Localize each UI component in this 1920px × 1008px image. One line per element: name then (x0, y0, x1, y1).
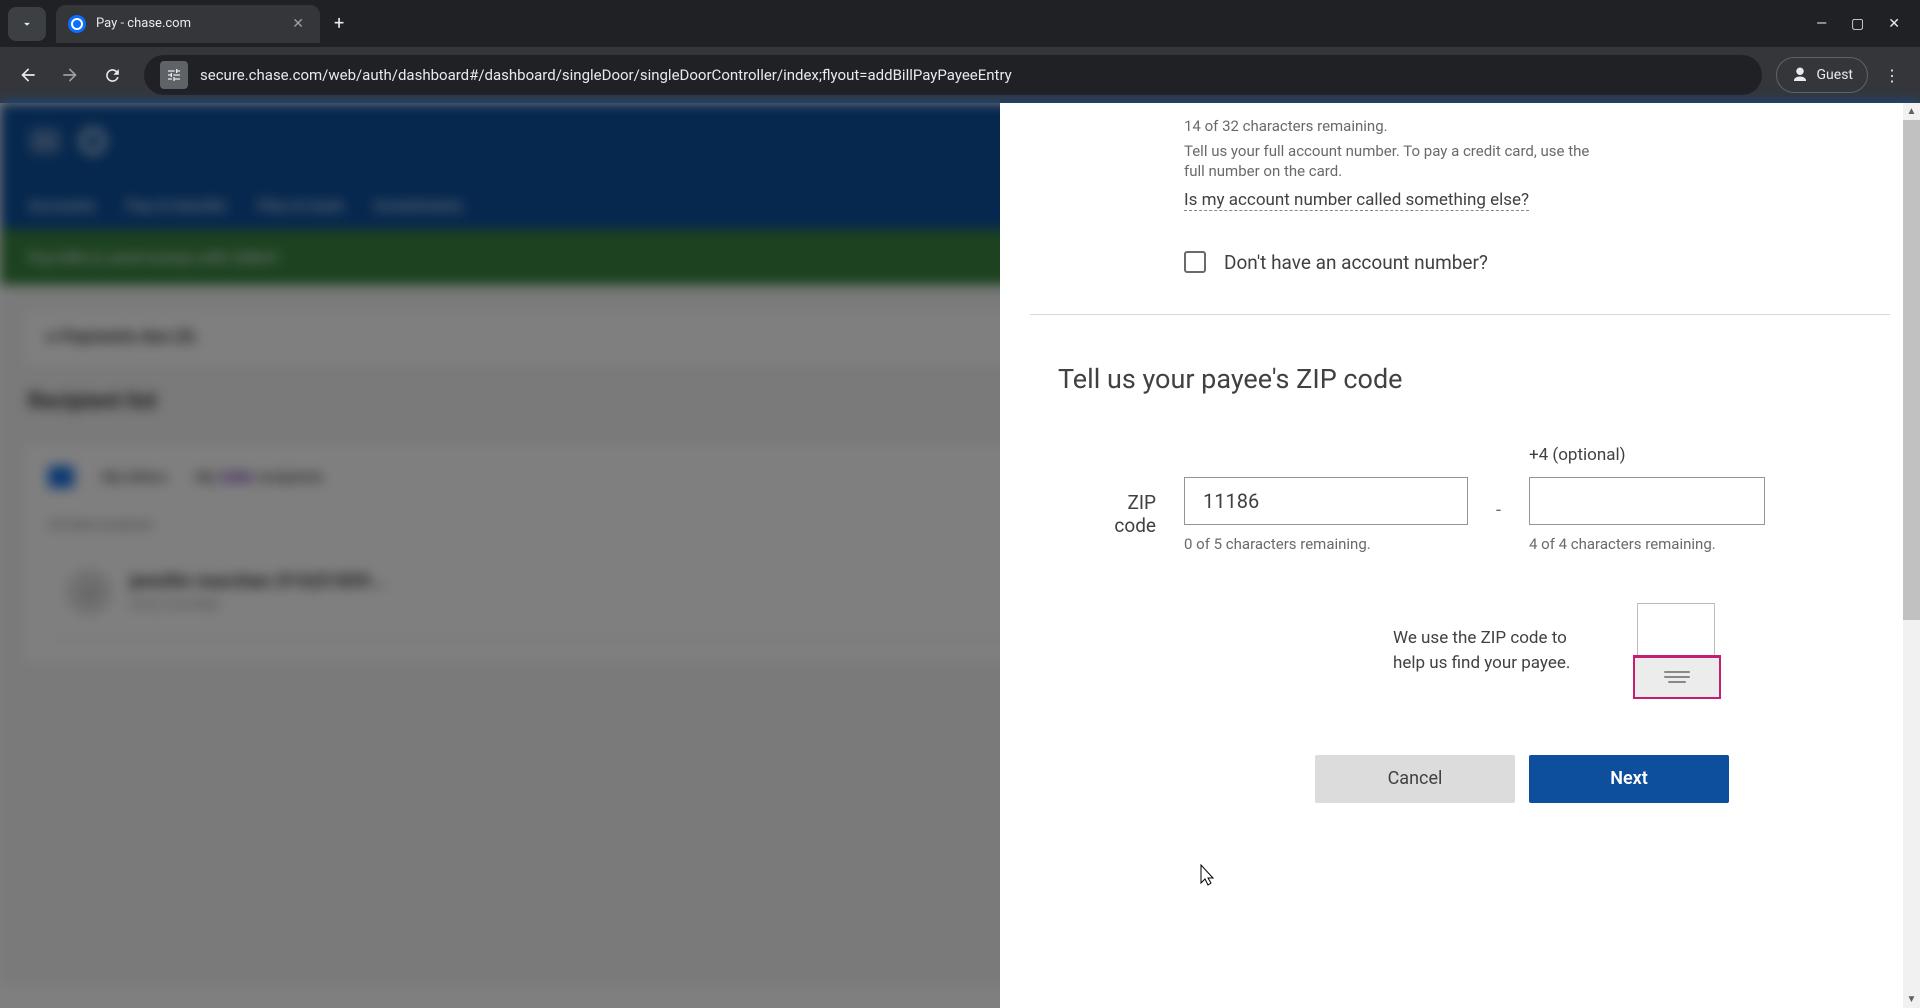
next-button[interactable]: Next (1529, 755, 1729, 803)
plus4-input[interactable] (1529, 477, 1765, 525)
section-divider (1030, 314, 1890, 315)
envelope-helper-text: We use the ZIP code to help us find your… (1393, 626, 1583, 675)
plus4-label: +4 (optional) (1529, 445, 1765, 469)
back-button[interactable] (10, 57, 46, 93)
new-tab-button[interactable]: + (334, 13, 344, 34)
no-account-label: Don't have an account number? (1224, 251, 1488, 274)
window-controls: — ▢ ✕ (1816, 16, 1920, 32)
browser-tab-strip: Pay - chase.com ✕ + — ▢ ✕ (0, 0, 1920, 47)
add-payee-flyout: 14 of 32 characters remaining. Tell us y… (1000, 103, 1920, 1008)
account-chars-remaining: 14 of 32 characters remaining. (1184, 117, 1860, 135)
close-tab-icon[interactable]: ✕ (288, 12, 308, 36)
address-bar[interactable]: secure.chase.com/web/auth/dashboard#/das… (144, 55, 1762, 95)
tab-search-dropdown[interactable] (8, 7, 46, 41)
scroll-down-arrow[interactable]: ▼ (1903, 991, 1920, 1008)
url-text: secure.chase.com/web/auth/dashboard#/das… (200, 66, 1012, 84)
guest-label: Guest (1817, 67, 1853, 83)
zip-counter: 0 of 5 characters remaining. (1184, 535, 1468, 553)
cancel-button[interactable]: Cancel (1315, 755, 1515, 803)
forward-button[interactable] (52, 57, 88, 93)
account-instruction: Tell us your full account number. To pay… (1184, 141, 1594, 182)
maximize-icon[interactable]: ▢ (1851, 16, 1864, 32)
envelope-icon (1633, 603, 1721, 699)
plus4-counter: 4 of 4 characters remaining. (1529, 535, 1765, 553)
scroll-up-arrow[interactable]: ▲ (1903, 103, 1920, 120)
tab-title: Pay - chase.com (96, 16, 288, 31)
reload-button[interactable] (94, 57, 130, 93)
close-window-icon[interactable]: ✕ (1888, 16, 1900, 32)
site-settings-icon[interactable] (160, 61, 188, 89)
alt-account-name-link[interactable]: Is my account number called something el… (1184, 190, 1529, 211)
profile-guest-button[interactable]: Guest (1776, 57, 1868, 93)
zip-dash: - (1496, 476, 1501, 521)
browser-menu-icon[interactable]: ⋮ (1874, 57, 1910, 93)
no-account-checkbox[interactable] (1184, 251, 1206, 273)
zip-field-label: ZIP code (1082, 445, 1156, 537)
zip-input[interactable] (1184, 477, 1468, 525)
tab-favicon-icon (68, 15, 86, 33)
flyout-scrollbar[interactable]: ▲ ▼ (1903, 103, 1920, 1008)
scroll-thumb[interactable] (1903, 120, 1920, 620)
minimize-icon[interactable]: — (1816, 16, 1827, 32)
browser-toolbar: secure.chase.com/web/auth/dashboard#/das… (0, 47, 1920, 103)
zip-section-heading: Tell us your payee's ZIP code (1058, 363, 1860, 395)
browser-tab[interactable]: Pay - chase.com ✕ (56, 5, 320, 43)
